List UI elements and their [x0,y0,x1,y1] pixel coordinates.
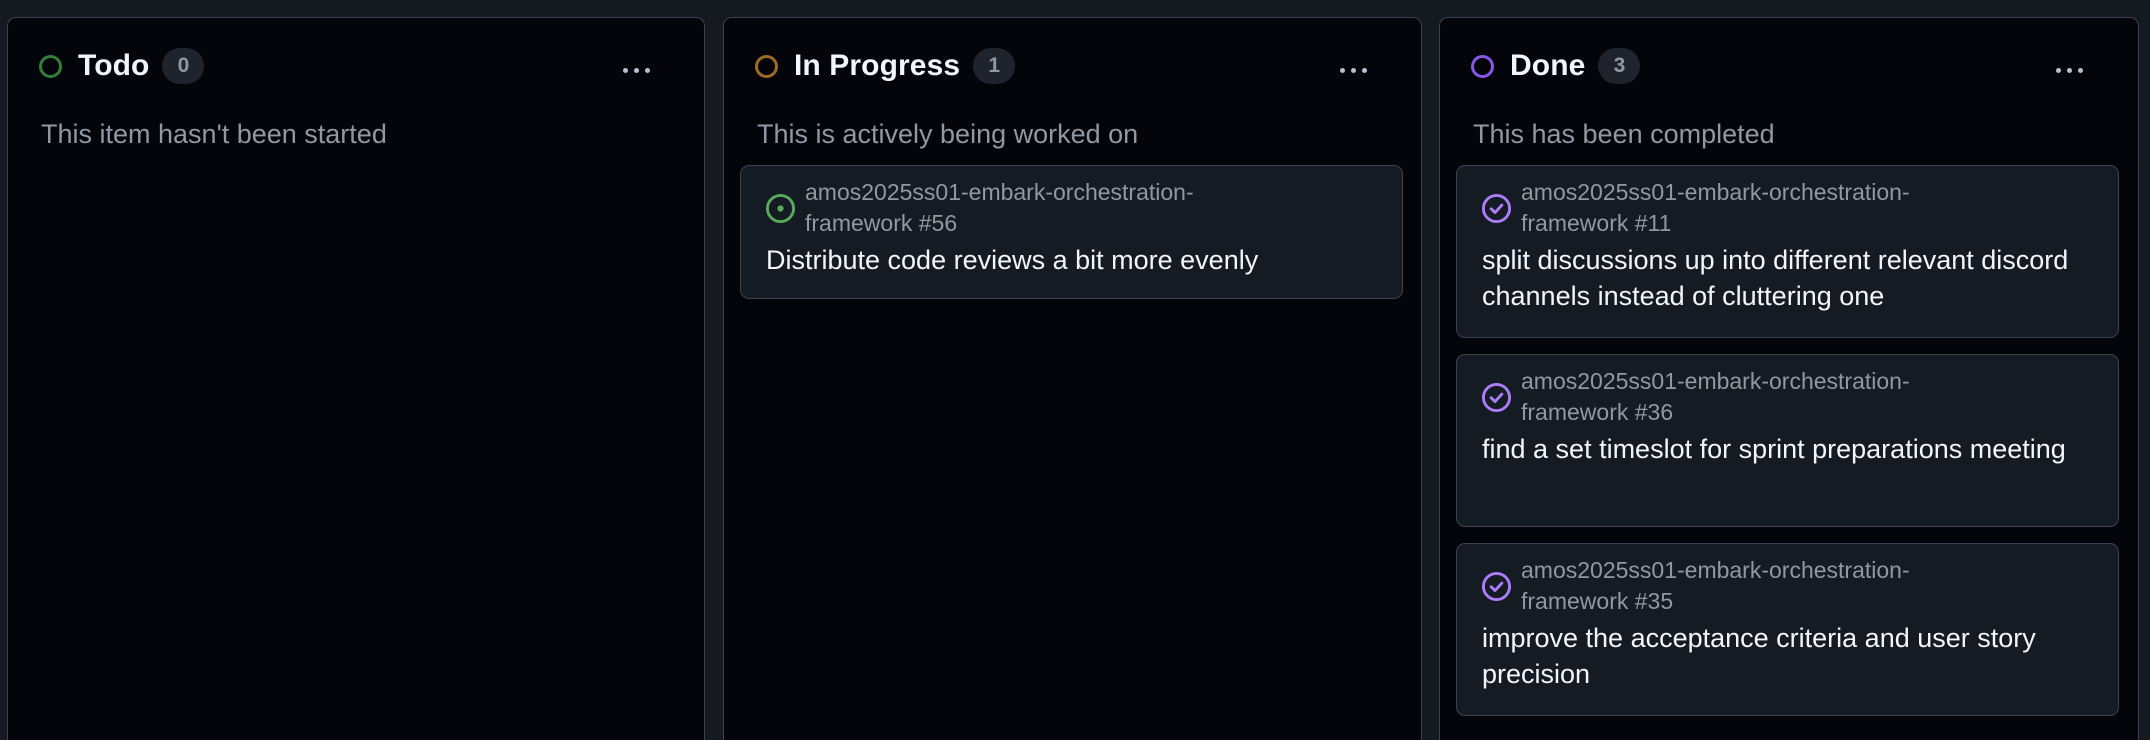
column-header: Done 3 [1471,46,1641,86]
issue-closed-icon [1481,382,1512,413]
column-menu-button[interactable] [1333,62,1373,78]
column-todo: Todo 0 This item hasn't been started [7,17,705,740]
item-count-badge: 3 [1598,48,1641,84]
issue-number: framework #56 [805,210,958,236]
issue-card[interactable]: amos2025ss01-embark-orchestration- frame… [1456,543,2119,716]
card-title[interactable]: Distribute code reviews a bit more evenl… [766,242,1386,278]
more-options-icon [2055,67,2061,73]
dot [1350,67,1356,73]
dot [2077,67,2083,73]
column-title: Done [1510,49,1586,82]
repo-name-line: amos2025ss01-embark-orchestration- [1521,179,1910,205]
issue-closed-icon [1481,193,1512,224]
column-done: Done 3 This has been completed amos2025s… [1439,17,2139,740]
column-header: Todo 0 [39,46,205,86]
card-repository-link[interactable]: amos2025ss01-embark-orchestration- frame… [1521,366,2081,428]
issue-card[interactable]: amos2025ss01-embark-orchestration- frame… [740,165,1403,299]
column-title: In Progress [794,49,961,82]
issue-card[interactable]: amos2025ss01-embark-orchestration- frame… [1456,354,2119,527]
item-count-badge: 0 [162,48,205,84]
column-in-progress: In Progress 1 This is actively being wor… [723,17,1422,740]
in-progress-status-icon [755,54,778,78]
card-title[interactable]: improve the acceptance criteria and user… [1482,620,2102,692]
issue-number: framework #36 [1521,399,1674,425]
more-options-icon [1339,67,1345,73]
issue-number: framework #11 [1521,210,1672,236]
card-repository-link[interactable]: amos2025ss01-embark-orchestration- frame… [805,177,1365,239]
project-board: Todo 0 This item hasn't been started In … [0,0,2150,740]
dot [2066,67,2072,73]
column-title: Todo [78,49,150,82]
column-menu-button[interactable] [616,62,656,78]
issue-opened-icon [765,193,796,224]
column-description: This item hasn't been started [41,119,387,149]
issue-card[interactable]: amos2025ss01-embark-orchestration- frame… [1456,165,2119,338]
column-menu-button[interactable] [2049,62,2089,78]
dot [644,67,650,73]
issue-number: framework #35 [1521,588,1674,614]
issue-closed-icon [1481,571,1512,602]
card-repository-link[interactable]: amos2025ss01-embark-orchestration- frame… [1521,555,2081,617]
item-count-badge: 1 [973,48,1016,84]
card-title[interactable]: find a set timeslot for sprint preparati… [1482,431,2102,467]
todo-status-icon [39,54,62,78]
card-repository-link[interactable]: amos2025ss01-embark-orchestration- frame… [1521,177,2081,239]
column-description: This is actively being worked on [757,119,1139,149]
repo-name-line: amos2025ss01-embark-orchestration- [805,179,1194,205]
more-options-icon [622,67,628,73]
done-status-icon [1471,54,1494,78]
repo-name-line: amos2025ss01-embark-orchestration- [1521,557,1910,583]
column-description: This has been completed [1473,119,1775,149]
repo-name-line: amos2025ss01-embark-orchestration- [1521,368,1910,394]
column-header: In Progress 1 [755,46,1016,86]
dot [1361,67,1367,73]
card-title[interactable]: split discussions up into different rele… [1482,242,2102,314]
dot [633,67,639,73]
